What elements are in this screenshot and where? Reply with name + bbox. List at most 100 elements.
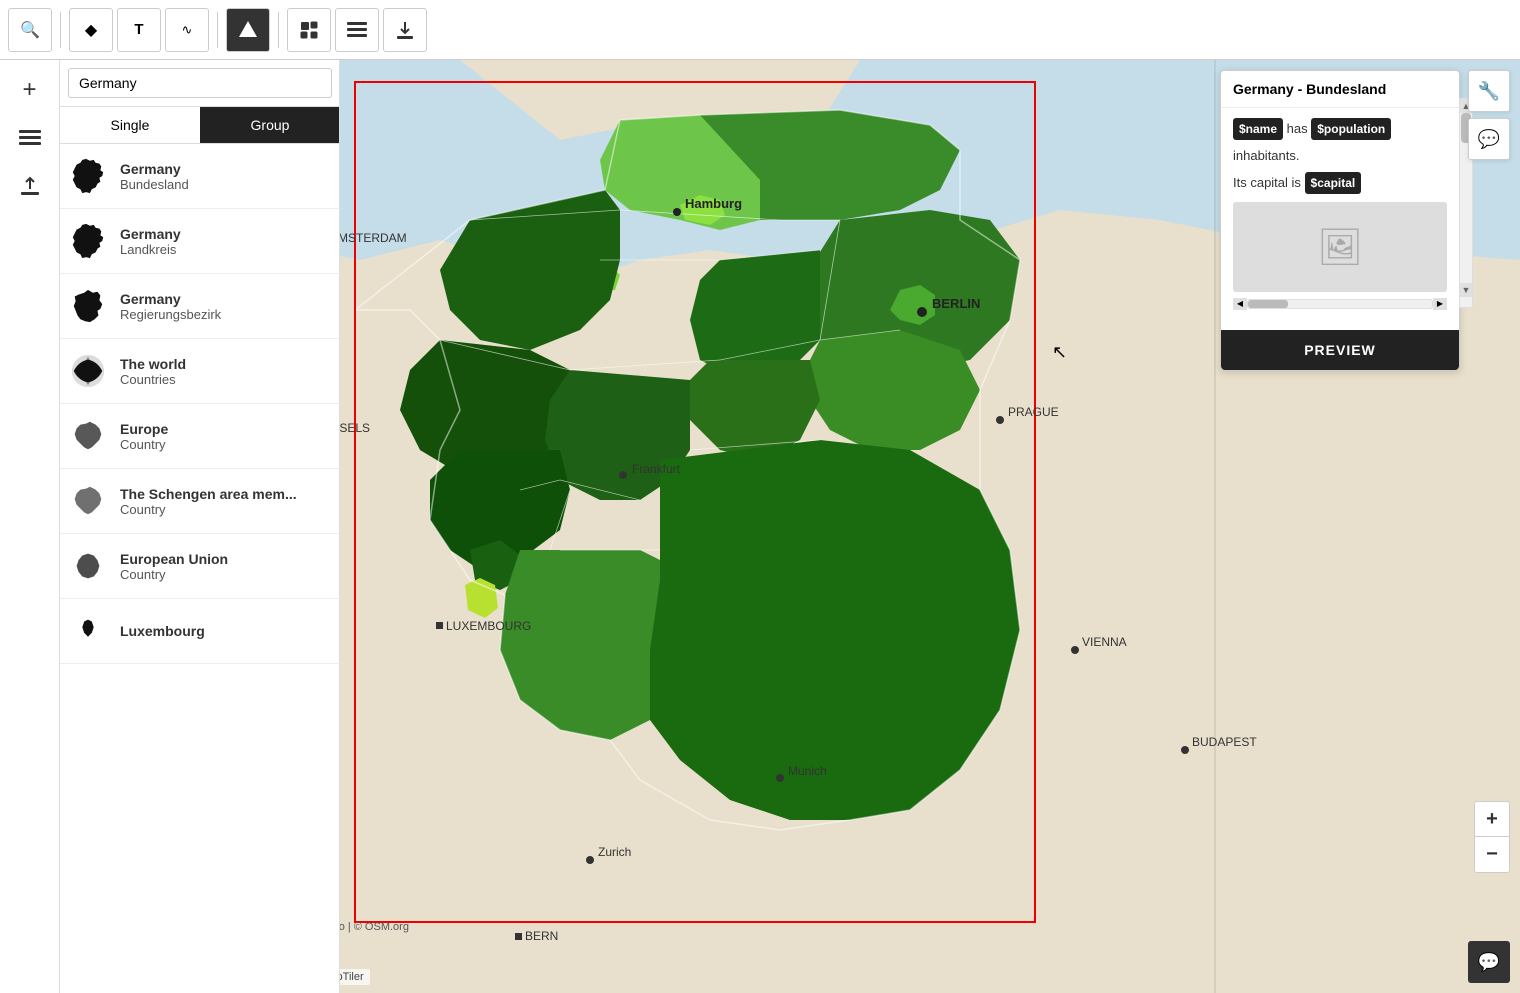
horiz-scroll-track	[1247, 299, 1433, 309]
layer-item-luxembourg[interactable]: Luxembourg	[60, 599, 340, 664]
layer-info-europe-country: Europe Country	[120, 421, 332, 452]
svg-text:LUXEMBOURG: LUXEMBOURG	[446, 619, 531, 633]
popup-population-tag: $population	[1311, 118, 1391, 140]
svg-text:BERLIN: BERLIN	[932, 296, 980, 311]
layer-name: Germany	[120, 291, 332, 307]
layer-thumb-germany-landkreis	[68, 221, 108, 261]
add-layer-button[interactable]: +	[10, 70, 50, 110]
layer-sub: Landkreis	[120, 242, 332, 257]
feedback-icon: 💬	[1478, 952, 1500, 973]
layer-thumb-germany-bundesland	[68, 156, 108, 196]
svg-text:BERN: BERN	[525, 929, 558, 943]
layer-item-world-countries[interactable]: The world Countries	[60, 339, 340, 404]
layer-name: Germany	[120, 161, 332, 177]
horiz-scroll-thumb	[1248, 300, 1288, 308]
chat-button[interactable]: 💬	[1468, 118, 1510, 160]
popup-capital-tag: $capital	[1305, 172, 1362, 194]
layer-name: The Schengen area mem...	[120, 486, 332, 502]
popup-text-capital: Its capital is $capital	[1233, 172, 1447, 194]
shape-tool-button[interactable]	[226, 8, 270, 52]
layer-item-germany-regierungsbezirk[interactable]: Germany Regierungsbezirk	[60, 274, 340, 339]
layer-info-world-countries: The world Countries	[120, 356, 332, 387]
tab-single[interactable]: Single	[60, 107, 200, 143]
tab-bar: Single Group	[60, 107, 340, 144]
popup-text-inhabitants: inhabitants.	[1233, 146, 1447, 166]
sidebar-icon-strip: +	[0, 60, 60, 993]
layer-info-germany-bundesland: Germany Bundesland	[120, 161, 332, 192]
layer-item-eu-country[interactable]: European Union Country	[60, 534, 340, 599]
layer-name: European Union	[120, 551, 332, 567]
layer-item-germany-bundesland[interactable]: Germany Bundesland	[60, 144, 340, 209]
marker-tool-button[interactable]: ◆	[69, 8, 113, 52]
download-tool-button[interactable]	[383, 8, 427, 52]
preview-button[interactable]: PREVIEW	[1221, 330, 1459, 370]
svg-text:VIENNA: VIENNA	[1082, 635, 1127, 649]
svg-text:PRAGUE: PRAGUE	[1008, 405, 1059, 419]
svg-text:Frankfurt: Frankfurt	[632, 462, 681, 476]
svg-text:Hamburg: Hamburg	[685, 196, 742, 211]
zoom-controls: + −	[1474, 801, 1510, 873]
layer-thumb-europe-country	[68, 416, 108, 456]
layer-list[interactable]: Germany Bundesland Germany Landkreis	[60, 144, 340, 993]
measure-tool-button[interactable]: ∿	[165, 8, 209, 52]
layer-thumb-eu-country	[68, 546, 108, 586]
zoom-in-button[interactable]: +	[1474, 801, 1510, 837]
layer-item-germany-landkreis[interactable]: Germany Landkreis	[60, 209, 340, 274]
layer-info-germany-regierungsbezirk: Germany Regierungsbezirk	[120, 291, 332, 322]
sidebar-main-content: Single Group Germany Bundesland	[60, 60, 340, 993]
scroll-down-arrow[interactable]: ▼	[1460, 283, 1472, 297]
zoom-out-button[interactable]: −	[1474, 837, 1510, 873]
svg-text:BUDAPEST: BUDAPEST	[1192, 735, 1257, 749]
popup-content: $name has $population inhabitants. Its c…	[1221, 108, 1459, 320]
layer-thumb-world-countries	[68, 351, 108, 391]
layer-name: Luxembourg	[120, 623, 332, 639]
layer-sub: Countries	[120, 372, 332, 387]
svg-text:Zurich: Zurich	[598, 845, 631, 859]
layer-info-germany-landkreis: Germany Landkreis	[120, 226, 332, 257]
layer-name: Germany	[120, 226, 332, 242]
popup-capital-prefix: Its capital is	[1233, 175, 1301, 190]
separator-1	[60, 12, 61, 48]
search-tool-button[interactable]: 🔍	[8, 8, 52, 52]
popup-horiz-scrollbar[interactable]: ◀ ▶	[1233, 298, 1447, 310]
layer-thumb-germany-regierungsbezirk	[68, 286, 108, 326]
scroll-right-arrow[interactable]: ▶	[1433, 298, 1447, 310]
wrench-button[interactable]: 🔧	[1468, 70, 1510, 112]
image-placeholder-icon: 🖼	[1317, 226, 1363, 268]
edit-tool-button[interactable]	[287, 8, 331, 52]
layer-sub: Country	[120, 502, 332, 517]
separator-2	[217, 12, 218, 48]
sidebar: + Single Group Germany Bundesland	[0, 60, 340, 993]
layer-thumb-schengen-country	[68, 481, 108, 521]
layer-name: The world	[120, 356, 332, 372]
layer-sub: Bundesland	[120, 177, 332, 192]
scroll-left-arrow[interactable]: ◀	[1233, 298, 1247, 310]
layer-info-eu-country: European Union Country	[120, 551, 332, 582]
popup-name-tag: $name	[1233, 118, 1283, 140]
layer-sub: Country	[120, 567, 332, 582]
tab-group[interactable]: Group	[200, 107, 340, 143]
menu-button[interactable]	[10, 118, 50, 158]
toolbar: 🔍 ◆ T ∿	[0, 0, 1520, 60]
popup-has-text: has	[1287, 121, 1312, 136]
layers-tool-button[interactable]	[335, 8, 379, 52]
separator-3	[278, 12, 279, 48]
popup-text-line1: $name has $population	[1233, 118, 1447, 140]
svg-text:Munich: Munich	[788, 764, 827, 778]
upload-button[interactable]	[10, 166, 50, 206]
search-input[interactable]	[68, 68, 332, 98]
layer-info-luxembourg: Luxembourg	[120, 623, 332, 639]
layer-item-europe-country[interactable]: Europe Country	[60, 404, 340, 469]
layer-name: Europe	[120, 421, 332, 437]
popup-title: Germany - Bundesland	[1221, 71, 1459, 108]
search-box	[60, 60, 340, 107]
layer-item-schengen-country[interactable]: The Schengen area mem... Country	[60, 469, 340, 534]
layer-thumb-luxembourg	[68, 611, 108, 651]
layer-sub: Country	[120, 437, 332, 452]
right-action-buttons: 🔧 💬	[1468, 70, 1510, 160]
popup-panel: Germany - Bundesland $name has $populati…	[1220, 70, 1460, 371]
feedback-button[interactable]: 💬	[1468, 941, 1510, 983]
layer-sub: Regierungsbezirk	[120, 307, 332, 322]
svg-text:AMSTERDAM: AMSTERDAM	[330, 231, 407, 245]
text-tool-button[interactable]: T	[117, 8, 161, 52]
